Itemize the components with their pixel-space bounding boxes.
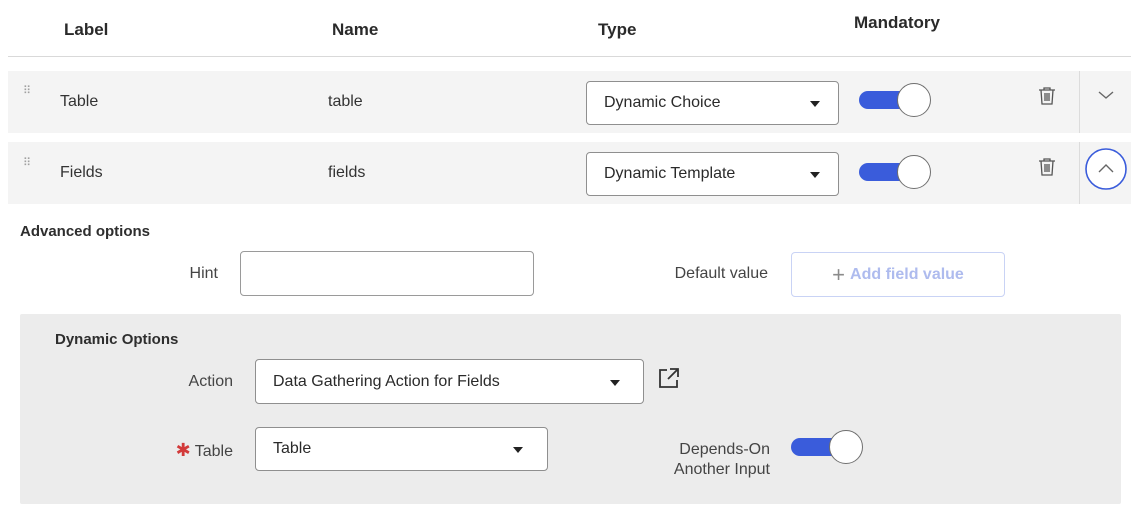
row-separator bbox=[1079, 142, 1080, 204]
depends-on-label: Depends-On Another Input bbox=[673, 441, 770, 478]
row-separator bbox=[1079, 71, 1080, 133]
type-select-value: Dynamic Template bbox=[604, 165, 736, 182]
column-header-mandatory: Mandatory bbox=[854, 13, 940, 32]
type-select[interactable]: Dynamic Choice bbox=[586, 81, 839, 125]
type-select[interactable]: Dynamic Template bbox=[586, 152, 839, 196]
advanced-options-title: Advanced options bbox=[20, 223, 151, 240]
mandatory-toggle[interactable] bbox=[859, 155, 931, 189]
table-row bbox=[8, 71, 1131, 133]
chevron-down-icon[interactable] bbox=[1096, 88, 1116, 102]
caret-down-icon bbox=[610, 380, 620, 386]
caret-down-icon bbox=[810, 101, 820, 107]
column-header-label: Label bbox=[64, 20, 109, 39]
table-field-label: ✱ Table bbox=[175, 440, 233, 460]
row-name: table bbox=[328, 93, 363, 110]
action-select-value: Data Gathering Action for Fields bbox=[273, 372, 500, 390]
hint-input[interactable] bbox=[240, 251, 534, 296]
table-select-value: Table bbox=[273, 440, 312, 457]
default-value-label: Default value bbox=[674, 265, 768, 282]
header-divider bbox=[8, 56, 1131, 57]
hint-label: Hint bbox=[189, 265, 218, 282]
mandatory-toggle[interactable] bbox=[859, 83, 931, 117]
external-link-icon[interactable] bbox=[656, 365, 682, 391]
plus-icon: + bbox=[832, 261, 846, 287]
required-icon: ✱ bbox=[175, 440, 191, 460]
chevron-up-icon[interactable] bbox=[1083, 146, 1129, 192]
column-header-name: Name bbox=[332, 20, 379, 39]
table-select[interactable]: Table bbox=[255, 427, 548, 471]
trash-icon[interactable] bbox=[1038, 157, 1056, 177]
row-label: Fields bbox=[60, 164, 103, 181]
add-field-value-label: Add field value bbox=[850, 265, 964, 283]
row-name: fields bbox=[328, 164, 366, 181]
row-label: Table bbox=[60, 93, 99, 110]
action-label: Action bbox=[188, 373, 233, 390]
drag-handle-icon[interactable]: ⠿ bbox=[23, 158, 31, 169]
depends-on-toggle[interactable] bbox=[791, 430, 863, 464]
dynamic-options-title: Dynamic Options bbox=[55, 331, 179, 348]
caret-down-icon bbox=[513, 447, 523, 453]
action-select[interactable]: Data Gathering Action for Fields bbox=[255, 359, 644, 404]
type-select-value: Dynamic Choice bbox=[604, 94, 721, 111]
drag-handle-icon[interactable]: ⠿ bbox=[23, 86, 31, 97]
add-field-value-button[interactable]: + Add field value bbox=[791, 252, 1005, 297]
dynamic-options-panel bbox=[20, 314, 1121, 504]
table-row bbox=[8, 142, 1131, 204]
column-header-type: Type bbox=[598, 20, 637, 39]
caret-down-icon bbox=[810, 172, 820, 178]
trash-icon[interactable] bbox=[1038, 86, 1056, 106]
